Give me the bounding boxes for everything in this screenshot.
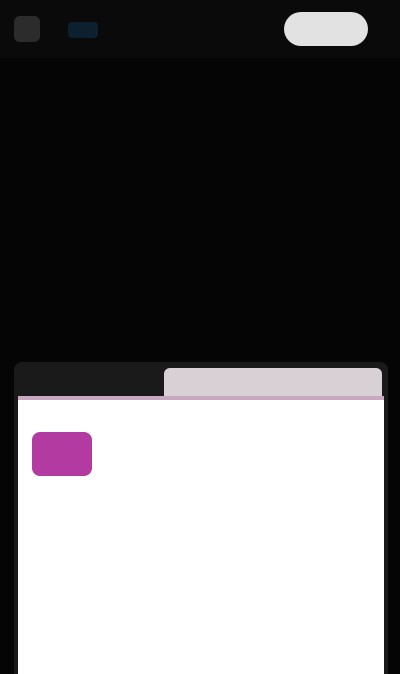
site-brand[interactable]: [54, 20, 98, 38]
cookie-consent-dialog: [18, 396, 384, 674]
consent-header-tab: [164, 368, 382, 398]
consent-logo: [32, 432, 92, 476]
top-navigation-bar: [0, 0, 400, 58]
header-action-button[interactable]: [284, 12, 368, 46]
site-logo-icon[interactable]: [14, 16, 40, 42]
brand-accent-badge: [68, 21, 98, 38]
cookie-consent-container: [14, 362, 388, 674]
